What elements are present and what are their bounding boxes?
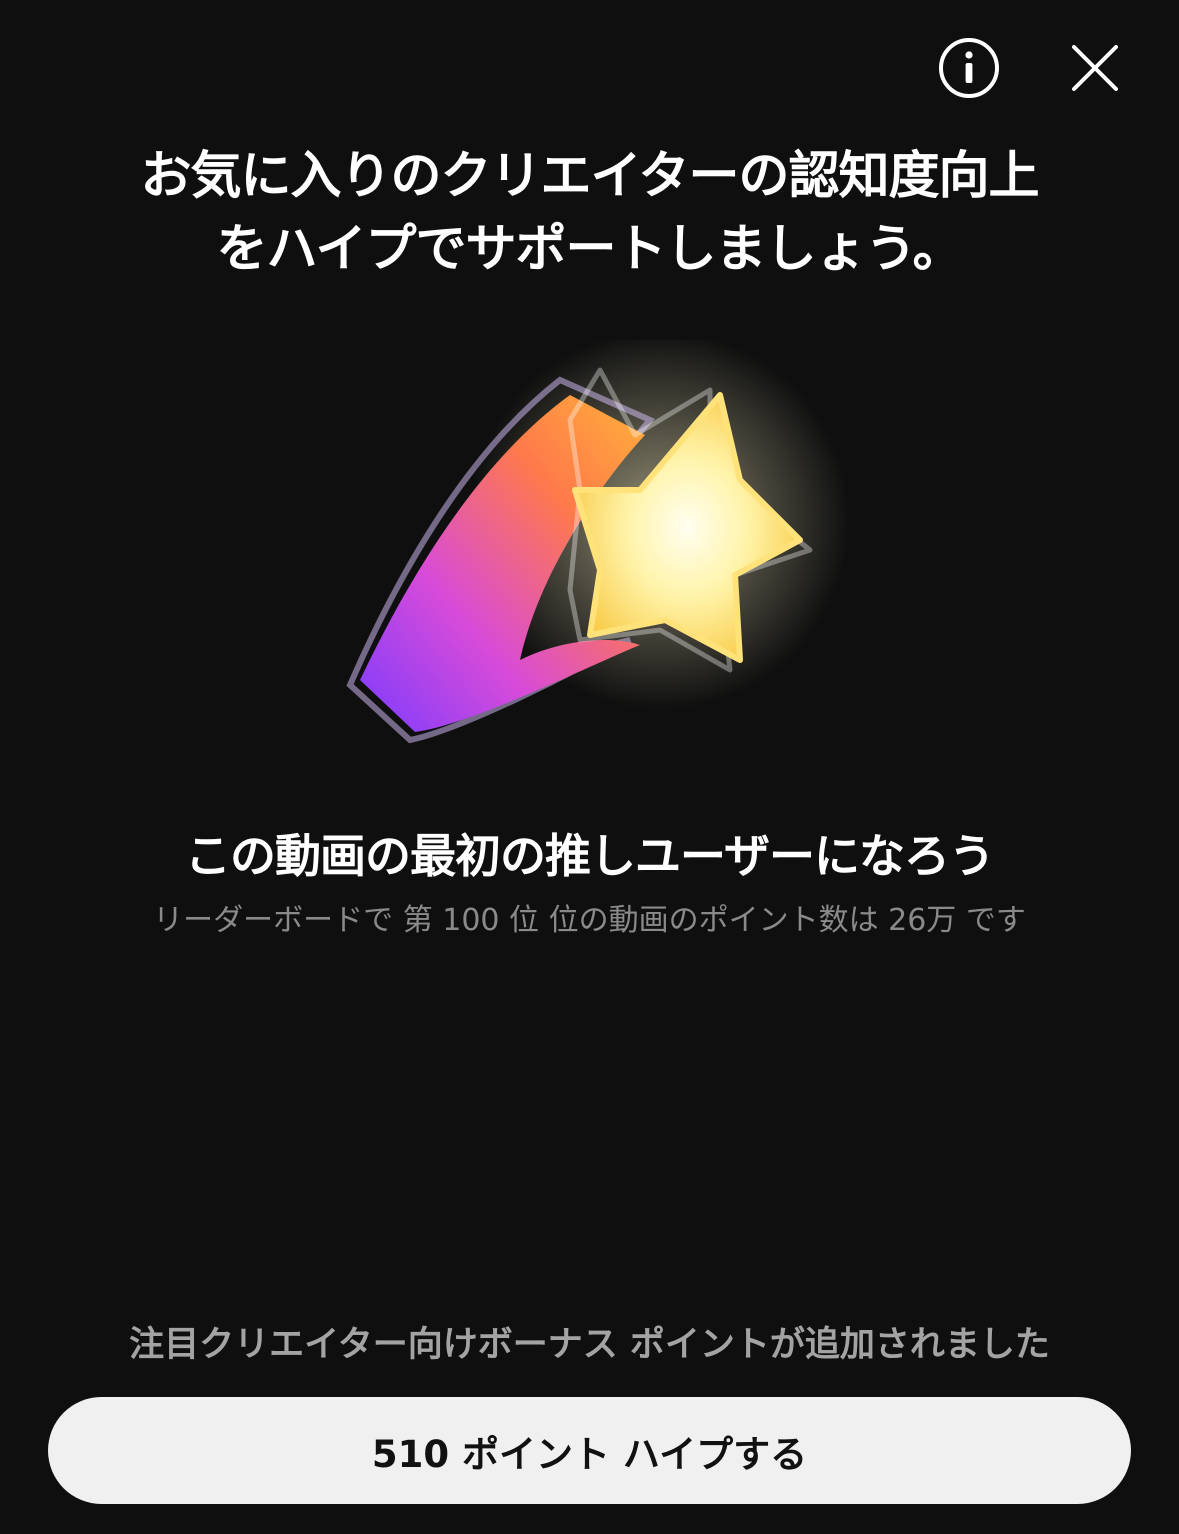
close-icon — [1072, 45, 1118, 91]
page-title-line-2: をハイプでサポートしましょう。 — [216, 220, 964, 279]
hero-illustration — [330, 330, 850, 760]
bonus-notice: 注目クリエイター向けボーナス ポイントが追加されました — [129, 1325, 1050, 1365]
hype-button-label: 510 ポイント ハイプする — [371, 1432, 808, 1476]
leaderboard-info: リーダーボードで 第 100 位 位の動画のポイント数は 26万 です — [153, 903, 1026, 938]
hype-button[interactable]: 510 ポイント ハイプする — [48, 1397, 1131, 1504]
page-title: お気に入りのクリエイターの認知度向上 をハイプでサポートしましょう。 — [60, 140, 1119, 286]
shooting-star-icon — [346, 330, 850, 744]
close-button[interactable] — [1063, 36, 1127, 100]
page-title-line-1: お気に入りのクリエイターの認知度向上 — [140, 147, 1040, 206]
top-bar — [937, 36, 1127, 100]
info-button[interactable] — [937, 36, 1001, 100]
info-icon — [939, 38, 999, 98]
subtitle: この動画の最初の推しユーザーになろう — [184, 829, 995, 883]
